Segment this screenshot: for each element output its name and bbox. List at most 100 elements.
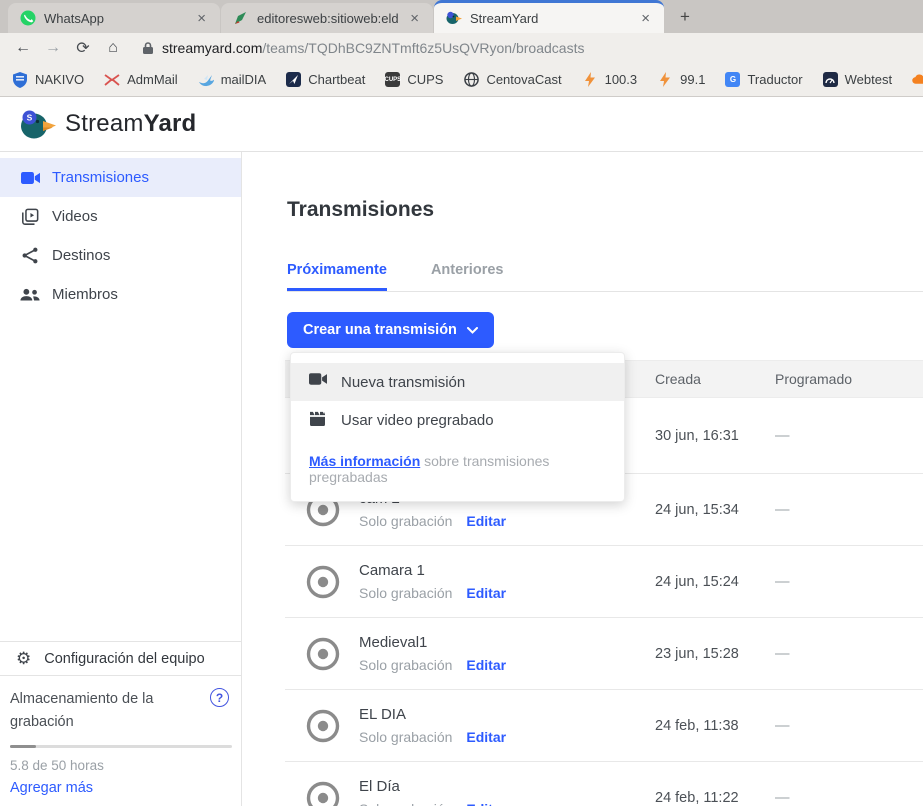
- streamyard-icon: [446, 10, 462, 26]
- cloud-icon: [912, 72, 923, 88]
- storage-panel: Almacenamiento de la grabación ? 5.8 de …: [0, 676, 241, 806]
- reload-icon[interactable]: ⟳: [70, 35, 96, 61]
- share-icon: [20, 246, 40, 266]
- created-cell: 24 jun, 15:34: [655, 502, 775, 518]
- bookmark-nakivo[interactable]: NAKIVO: [12, 72, 84, 88]
- tab-whatsapp[interactable]: WhatsApp ×: [8, 3, 220, 33]
- record-icon: [303, 706, 343, 746]
- table-row[interactable]: Camara 1 Solo grabaciónEditar 24 jun, 15…: [285, 546, 923, 618]
- main-content: Transmisiones Próximamente Anteriores Cr…: [242, 152, 923, 806]
- clapperboard-icon: [309, 411, 327, 429]
- chevron-down-icon: [467, 327, 478, 334]
- broadcast-title: EL DIA: [359, 706, 506, 723]
- new-tab-button[interactable]: +: [672, 4, 698, 30]
- mas-informacion-link[interactable]: Más información: [309, 453, 420, 469]
- forward-icon[interactable]: →: [40, 35, 66, 61]
- create-broadcast-label: Crear una transmisión: [303, 322, 457, 338]
- close-icon[interactable]: ×: [406, 10, 423, 27]
- record-icon: [303, 778, 343, 806]
- sidebar-item-destinos[interactable]: Destinos: [0, 236, 241, 275]
- bookmark-label: 100.3: [605, 72, 638, 87]
- bookmark-radio-991[interactable]: 99.1: [657, 72, 705, 88]
- url-domain: streamyard.com: [162, 40, 262, 56]
- created-cell: 24 feb, 11:38: [655, 718, 775, 734]
- bookmark-maildia[interactable]: mailDIA: [198, 72, 267, 88]
- edit-link[interactable]: Editar: [466, 801, 506, 806]
- scheduled-cell: —: [775, 718, 923, 734]
- bookmark-label: Traductor: [747, 72, 802, 87]
- table-row[interactable]: Medieval1 Solo grabaciónEditar 23 jun, 1…: [285, 618, 923, 690]
- bookmark-centovacast[interactable]: CentovaCast: [463, 72, 561, 88]
- lightning-icon: [582, 72, 598, 88]
- tab-proximamente[interactable]: Próximamente: [287, 262, 387, 291]
- broadcast-subtitle: Solo grabación: [359, 585, 452, 601]
- streamyard-logo[interactable]: S StreamYard: [20, 108, 196, 140]
- bookmark-traductor[interactable]: G Traductor: [725, 72, 802, 87]
- create-broadcast-button[interactable]: Crear una transmisión: [287, 312, 494, 348]
- menu-item-usar-video-pregrabado[interactable]: Usar video pregrabado: [291, 401, 624, 439]
- edit-link[interactable]: Editar: [466, 729, 506, 745]
- sidebar-item-videos[interactable]: Videos: [0, 197, 241, 236]
- brand-wordmark: StreamYard: [65, 110, 196, 138]
- close-icon[interactable]: ×: [637, 10, 654, 27]
- tab-anteriores[interactable]: Anteriores: [431, 262, 504, 291]
- record-icon: [303, 562, 343, 602]
- back-icon[interactable]: ←: [10, 35, 36, 61]
- lightning-icon: [657, 72, 673, 88]
- edit-link[interactable]: Editar: [466, 657, 506, 673]
- broadcast-tabs: Próximamente Anteriores: [287, 262, 923, 292]
- scheduled-cell: —: [775, 790, 923, 806]
- bookmark-label: mailDIA: [221, 72, 267, 87]
- column-header-programado: Programado: [775, 371, 923, 387]
- home-icon[interactable]: ⌂: [100, 35, 126, 61]
- add-more-link[interactable]: Agregar más: [10, 780, 229, 796]
- close-icon[interactable]: ×: [193, 10, 210, 27]
- lock-icon: [142, 41, 154, 55]
- team-settings[interactable]: ⚙ Configuración del equipo: [0, 641, 241, 676]
- edit-link[interactable]: Editar: [466, 513, 506, 529]
- gauge-icon: [823, 72, 838, 87]
- edit-link[interactable]: Editar: [466, 585, 506, 601]
- bookmark-webtest[interactable]: Webtest: [823, 72, 892, 87]
- browser-toolbar: ← → ⟳ ⌂ streamyard.com/teams/TQDhBC9ZNTm…: [0, 33, 923, 63]
- mail-icon: [104, 72, 120, 88]
- tab-editoresweb[interactable]: editoresweb:sitioweb:eldia.co ×: [221, 3, 433, 33]
- bookmark-label: CUPS: [407, 72, 443, 87]
- bookmark-cups[interactable]: CUPS CUPS: [385, 72, 443, 87]
- table-row[interactable]: EL DIA Solo grabaciónEditar 24 feb, 11:3…: [285, 690, 923, 762]
- bookmark-label: Webtest: [845, 72, 892, 87]
- bookmark-admmail[interactable]: AdmMail: [104, 72, 178, 88]
- bookmarks-bar: NAKIVO AdmMail mailDIA Chartbeat CUPS CU…: [0, 63, 923, 97]
- translate-icon: G: [725, 72, 740, 87]
- bookmark-cloudflare[interactable]: CloudFlare: [912, 72, 923, 88]
- menu-item-nueva-transmision[interactable]: Nueva transmisión: [291, 363, 624, 401]
- bookmark-chartbeat[interactable]: Chartbeat: [286, 72, 365, 87]
- video-library-icon: [20, 207, 40, 227]
- storage-usage: 5.8 de 50 horas: [10, 758, 229, 773]
- sidebar-item-transmisiones[interactable]: Transmisiones: [0, 158, 241, 197]
- sidebar-item-label: Destinos: [52, 247, 110, 264]
- table-row[interactable]: El Día Solo grabaciónEditar 24 feb, 11:2…: [285, 762, 923, 806]
- tab-title: editoresweb:sitioweb:eldia.co: [257, 11, 398, 26]
- sidebar-item-label: Miembros: [52, 286, 118, 303]
- created-cell: 23 jun, 15:28: [655, 646, 775, 662]
- broadcast-subtitle: Solo grabación: [359, 657, 452, 673]
- help-icon[interactable]: ?: [210, 688, 229, 707]
- created-cell: 30 jun, 16:31: [655, 428, 775, 444]
- bookmark-label: AdmMail: [127, 72, 178, 87]
- column-header-creada: Creada: [655, 371, 775, 387]
- bookmark-radio-1003[interactable]: 100.3: [582, 72, 638, 88]
- storage-progress-bar: [10, 745, 232, 748]
- menu-item-label: Nueva transmisión: [341, 374, 465, 391]
- pregrabadas-info: Más información sobre transmisiones preg…: [291, 439, 624, 497]
- address-bar[interactable]: streamyard.com/teams/TQDhBC9ZNTmft6z5UsQ…: [142, 40, 584, 56]
- scheduled-cell: —: [775, 574, 923, 590]
- streamyard-header: S StreamYard: [0, 97, 923, 152]
- editor-icon: [233, 10, 249, 26]
- sidebar-item-miembros[interactable]: Miembros: [0, 275, 241, 314]
- team-settings-label: Configuración del equipo: [44, 651, 204, 667]
- url-path: /teams/TQDhBC9ZNTmft6z5UsQVRyon/broadcas…: [262, 40, 584, 56]
- shield-icon: [12, 72, 28, 88]
- scheduled-cell: —: [775, 646, 923, 662]
- tab-streamyard-active[interactable]: StreamYard ×: [434, 0, 664, 33]
